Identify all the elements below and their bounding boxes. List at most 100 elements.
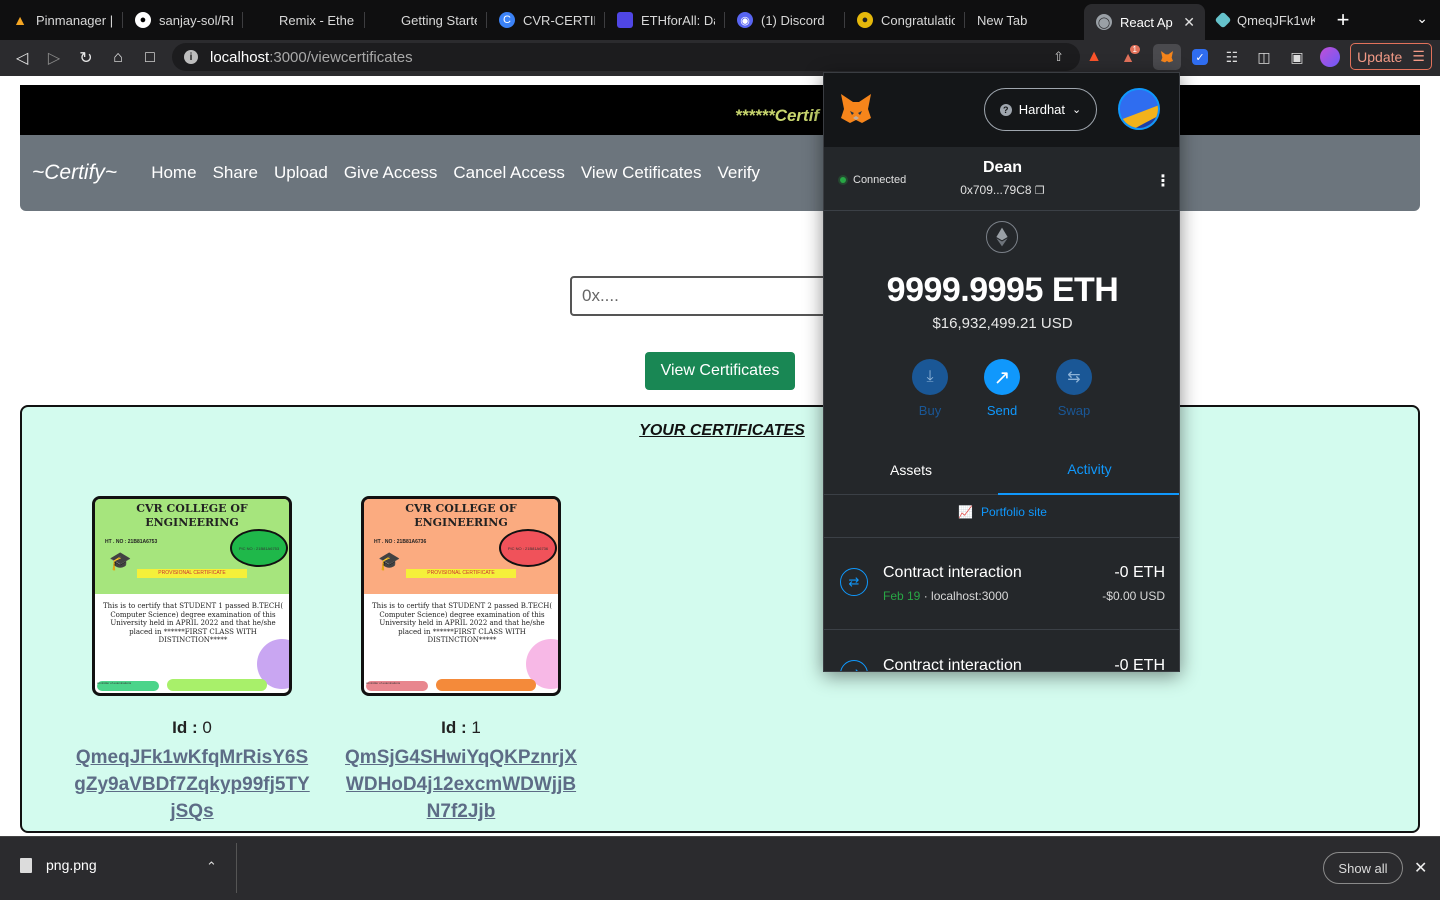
certificate-hash-link[interactable]: QmeqJFk1wKfqMrRisY6SgZy9aVBDf7Zqkyp99fj5… (72, 744, 312, 825)
send-arrow-icon: ↗ (984, 359, 1020, 395)
avatar-identicon-icon (1120, 90, 1158, 128)
tab-search-chevron-icon[interactable]: ⌄ (1416, 10, 1428, 27)
graduation-cap-icon: 🎓 (378, 551, 401, 571)
cert-body-text: This is to certify that STUDENT 2 passed… (371, 602, 553, 644)
update-button[interactable]: Update ☰ (1350, 43, 1432, 70)
reload-button[interactable]: ↻ (70, 42, 102, 74)
extensions-puzzle-icon[interactable]: ☷ (1218, 44, 1246, 70)
cert-photo-label: PIC NO : 21B81A6736 (507, 545, 549, 551)
address-text: 0x709...79C8 (960, 183, 1032, 197)
network-selector[interactable]: ? Hardhat ⌄ (984, 88, 1097, 131)
ethforall-icon (617, 12, 633, 28)
download-icon: ⤓ (912, 359, 948, 395)
discord-icon: ◉ (737, 12, 753, 28)
new-tab-button[interactable]: + (1325, 0, 1361, 40)
chevron-up-icon[interactable]: ⌃ (206, 859, 217, 875)
metamask-fox-icon[interactable] (838, 91, 874, 127)
profile-avatar-icon[interactable] (1316, 44, 1344, 70)
activity-item[interactable]: ⇄ Contract interaction Feb 19 · localhos… (824, 537, 1179, 629)
brave-shields-icon[interactable]: ▲ (1080, 44, 1108, 70)
download-filename: png.png (46, 857, 97, 873)
tx-date: Feb 19 (883, 589, 921, 603)
address-bar[interactable]: i localhost:3000/viewcertificates ⇧ (172, 43, 1080, 71)
eth-balance: 9999.9995 ETH (886, 271, 1119, 309)
account-section: Connected Dean 0x709...79C8 ❐ ⋮ (824, 147, 1179, 211)
cert-college-name: CVR COLLEGE OF ENGINEERING (405, 502, 517, 529)
marquee-text: ******Certif (735, 106, 820, 125)
site-info-icon[interactable]: i (184, 50, 198, 64)
certificate-hash-link[interactable]: QmSjG4SHwiYqQKPznrjXWDHoD4j12excmWDWjjBN… (341, 744, 581, 825)
copy-icon[interactable]: ❐ (1035, 185, 1045, 197)
globe-icon: ◯ (1096, 14, 1112, 30)
contract-interaction-icon: ⇄ (840, 660, 868, 671)
close-icon[interactable]: ✕ (1414, 858, 1427, 878)
pinata-icon: ● (857, 12, 873, 28)
cert-band: PROVISIONAL CERTIFICATE (137, 569, 247, 578)
brave-rewards-icon[interactable]: ▲ 1 (1114, 44, 1142, 70)
portfolio-site-link[interactable]: 📈 Portfolio site (824, 505, 1179, 519)
cert-photo: PIC NO : 21B81A6753 (230, 529, 288, 567)
tab-hardhat[interactable]: Getting Starte (365, 0, 487, 40)
metamask-extension-icon[interactable] (1153, 44, 1181, 70)
bookmark-button[interactable]: □ (134, 42, 166, 74)
metamask-tabs: Assets Activity (824, 445, 1179, 495)
tab-pinmanager[interactable]: ▲ Pinmanager | P (0, 0, 123, 40)
buy-button[interactable]: ⤓ Buy (900, 359, 960, 418)
forward-button[interactable]: ▷ (38, 42, 70, 74)
remix-icon (255, 12, 271, 28)
certificate-image[interactable]: CVR COLLEGE OF ENGINEERING HT . NO : 21B… (361, 496, 561, 696)
nav-view-certificates[interactable]: View Cetificates (581, 163, 702, 183)
nav-give-access[interactable]: Give Access (344, 163, 438, 183)
id-value: 0 (202, 718, 212, 737)
wallet-icon[interactable]: ▣ (1283, 44, 1311, 70)
tab-remix[interactable]: Remix - Ethere (243, 0, 365, 40)
graduation-cap-icon: 🎓 (109, 551, 132, 571)
pinmanager-icon: ▲ (13, 12, 27, 28)
send-label: Send (986, 403, 1018, 418)
chart-icon: 📈 (958, 505, 973, 519)
id-value: 1 (471, 718, 481, 737)
sidebar-icon[interactable]: ◫ (1250, 44, 1278, 70)
close-tab-icon[interactable]: ✕ (1183, 14, 1195, 31)
nav-share[interactable]: Share (213, 163, 258, 183)
portfolio-label: Portfolio site (980, 505, 1047, 519)
tab-ethforall[interactable]: ETHforAll: Das (605, 0, 725, 40)
section-title: YOUR CERTIFICATES (639, 422, 805, 439)
account-avatar[interactable] (1118, 88, 1160, 130)
tab-github[interactable]: ● sanjay-sol/REA (123, 0, 243, 40)
account-options-icon[interactable]: ⋮ (1155, 171, 1171, 191)
buy-label: Buy (918, 403, 942, 418)
tab-new-tab[interactable]: New Tab (965, 0, 1084, 40)
checkmark-extension-icon[interactable]: ✓ (1186, 44, 1214, 70)
home-button[interactable]: ⌂ (102, 42, 134, 74)
hardhat-icon (377, 12, 393, 28)
account-address[interactable]: 0x709...79C8 ❐ (824, 183, 1179, 197)
cert-signature-bar: controller of examinations (97, 681, 159, 691)
download-item[interactable]: png.png (20, 857, 97, 873)
show-all-button[interactable]: Show all (1323, 852, 1403, 884)
certificate-image[interactable]: CVR COLLEGE OF ENGINEERING HT . NO : 21B… (92, 496, 292, 696)
tab-activity[interactable]: Activity (998, 445, 1179, 495)
network-name: Hardhat (1018, 102, 1066, 117)
send-button[interactable]: ↗ Send (972, 359, 1032, 418)
tab-discord[interactable]: ◉ (1) Discord (725, 0, 845, 40)
browser-tab-strip: ▲ Pinmanager | P ● sanjay-sol/REA Remix … (0, 0, 1440, 40)
back-button[interactable]: ◁ (6, 42, 38, 74)
tab-cvr-certify[interactable]: C CVR-CERTIFY (487, 0, 605, 40)
tab-congratulation[interactable]: ● Congratulation (845, 0, 965, 40)
nav-verify[interactable]: Verify (718, 163, 761, 183)
brand-logo[interactable]: ~Certify~ (32, 161, 117, 185)
activity-item[interactable]: ⇄ Contract interaction -0 ETH (824, 629, 1179, 671)
nav-upload[interactable]: Upload (274, 163, 328, 183)
tab-ipfs[interactable]: QmeqJFk1wKf (1205, 0, 1325, 40)
url-path: :3000/viewcertificates (269, 48, 413, 66)
view-certificates-button[interactable]: View Certificates (645, 352, 795, 390)
nav-cancel-access[interactable]: Cancel Access (453, 163, 565, 183)
tab-assets[interactable]: Assets (824, 445, 998, 495)
tab-react-app[interactable]: ◯ React App ✕ (1084, 4, 1205, 40)
tx-meta: Feb 19 · localhost:3000 (883, 589, 1009, 603)
share-icon[interactable]: ⇧ (1053, 49, 1064, 65)
swap-button[interactable]: ⇆ Swap (1044, 359, 1104, 418)
nav-home[interactable]: Home (151, 163, 196, 183)
tx-title: Contract interaction (883, 564, 1022, 581)
